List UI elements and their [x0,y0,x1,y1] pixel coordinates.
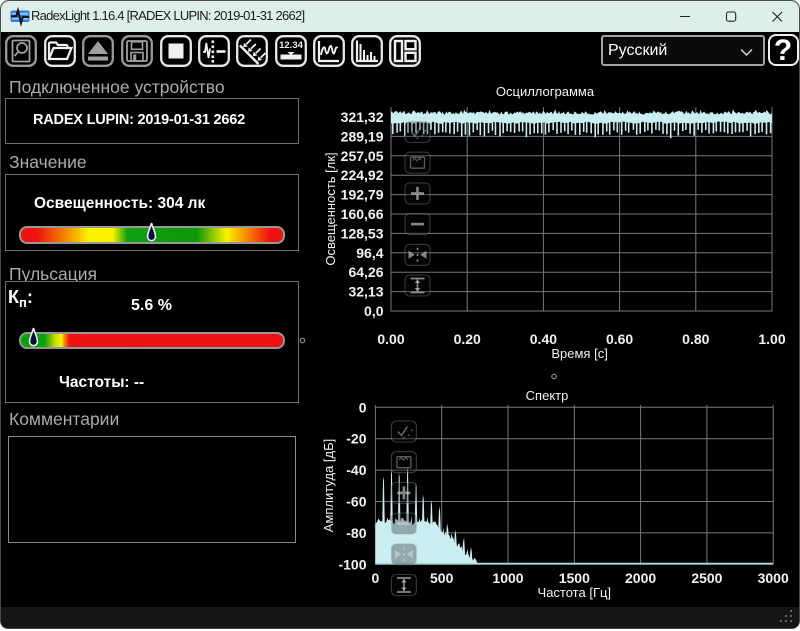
svg-text:0.80: 0.80 [682,331,709,347]
svg-text:257,05: 257,05 [341,148,384,164]
svg-text:128,53: 128,53 [341,225,384,241]
svg-text:0.20: 0.20 [454,331,481,347]
svg-text:0.40: 0.40 [530,331,557,347]
svg-text:0: 0 [372,570,380,586]
svg-text:-60: -60 [346,494,366,510]
svg-text:2000: 2000 [625,570,656,586]
svg-text:Осциллограмма: Осциллограмма [496,84,595,99]
svg-text:Спектр: Спектр [526,388,569,403]
svg-text:Время [с]: Время [с] [551,346,607,361]
svg-text:Частота [Гц]: Частота [Гц] [538,585,612,600]
svg-text:-20: -20 [346,431,366,447]
svg-text:192,79: 192,79 [341,187,384,203]
svg-text:160,66: 160,66 [341,206,384,222]
svg-text:0.60: 0.60 [606,331,633,347]
svg-text:-100: -100 [338,556,366,572]
svg-text:Освещенность [лк]: Освещенность [лк] [323,152,338,265]
svg-text:96,4: 96,4 [356,245,383,261]
svg-text:0,0: 0,0 [364,303,384,319]
svg-text:500: 500 [430,570,454,586]
svg-text:321,32: 321,32 [341,109,384,125]
svg-text:289,19: 289,19 [341,128,384,144]
svg-text:1500: 1500 [559,570,590,586]
svg-text:3000: 3000 [758,570,789,586]
svg-text:32,13: 32,13 [348,284,383,300]
svg-text:Амплитуда [дБ]: Амплитуда [дБ] [321,439,336,532]
svg-text:-40: -40 [346,462,366,478]
svg-text:224,92: 224,92 [341,167,384,183]
svg-text:64,26: 64,26 [348,264,383,280]
svg-text:1000: 1000 [492,570,523,586]
svg-text:2500: 2500 [691,570,722,586]
svg-text:-80: -80 [346,525,366,541]
svg-text:0.00: 0.00 [377,331,404,347]
svg-text:0: 0 [359,399,367,415]
svg-text:1.00: 1.00 [758,331,785,347]
